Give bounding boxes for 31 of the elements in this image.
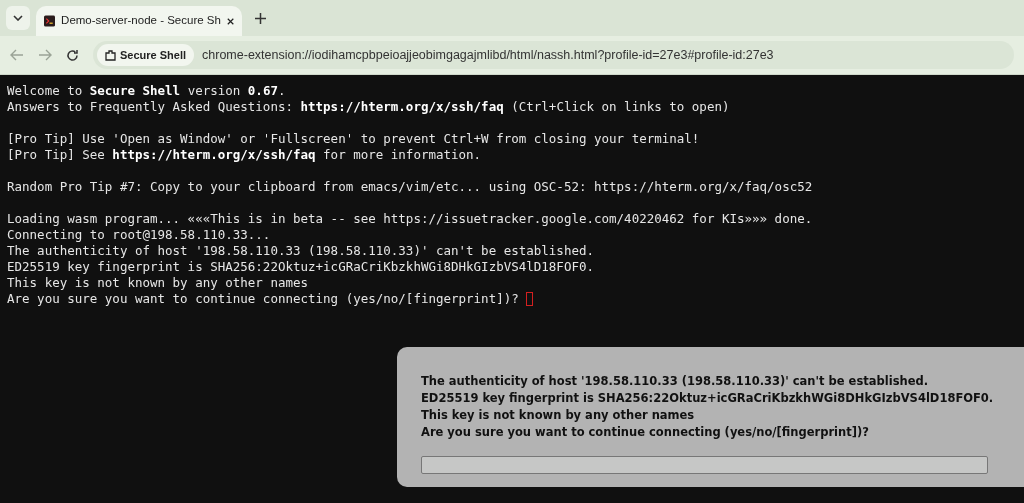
tab-list-button[interactable] [6, 6, 30, 30]
plus-icon [254, 12, 266, 24]
tab-title: Demo-server-node - Secure Sh [61, 13, 221, 29]
extension-icon [105, 49, 116, 61]
prompt-text: The authenticity of host '198.58.110.33 (198.58.110.33)' can't be established. [421, 373, 930, 390]
terminal-line: This key is not known by any other names [7, 275, 309, 291]
chevron-down-icon [13, 15, 23, 21]
site-chip-label: Secure Shell [120, 47, 187, 63]
terminal-line: [Pro Tip] Use 'Open as Window' or 'Fullscreen' to prevent Ctrl+W from closing your terminal! [7, 131, 700, 147]
terminal-line: [Pro Tip] See https://hterm.org/x/ssh/faq for more information. [7, 147, 482, 163]
site-chip[interactable]: Secure Shell [97, 44, 195, 66]
terminal-line: ED25519 key fingerprint is SHA256:22Oktuz+icGRaCriKbzkhWGi8DHkGIzbVS4lD18FOF0. [7, 259, 594, 275]
terminal-line: Random Pro Tip #7: Copy to your clipboard from emacs/vim/etc... using OSC-52: https://hterm.org/x/faq/osc52 [7, 179, 813, 195]
terminal-line: Are you sure you want to continue connecting (yes/no/[fingerprint])? [7, 291, 520, 307]
back-icon[interactable] [10, 49, 24, 61]
prompt-text: Are you sure you want to continue connecting (yes/no/[fingerprint])? [421, 424, 870, 441]
answer-field[interactable] [421, 456, 988, 474]
prompt-text: This key is not known by any other names [421, 407, 696, 424]
terminal-line: Connecting to root@198.58.110.33... [7, 227, 271, 243]
address-bar[interactable]: Secure Shell chrome-extension://iodihamcpbpeioajjeobimgagajmlibd/html/nassh.html?profile-id=27e3#profile-id:27e3 [93, 41, 1014, 69]
prompt-text: ED25519 key fingerprint is SHA256:22Oktuz+icGRaCriKbzkhWGi8DHkGIzbVS4lD18FOF0. [421, 390, 995, 407]
terminal-line: Answers to Frequently Asked Questions: https://hterm.org/x/ssh/faq (Ctrl+Click on links to open) [7, 99, 730, 115]
terminal-line: Loading wasm program... «««This is in beta -- see https://issuetracker.google.com/40220462 for KIs»»» done. [7, 211, 813, 227]
browser-tab[interactable]: Demo-server-node - Secure Sh [36, 6, 242, 36]
close-icon[interactable] [226, 16, 234, 26]
reload-icon[interactable] [66, 48, 79, 62]
terminal-line: The authenticity of host '198.58.110.33 (198.58.110.33)' can't be established. [7, 243, 594, 259]
forward-icon[interactable] [38, 49, 52, 61]
terminal-app-icon [44, 14, 56, 28]
terminal-line: Welcome to Secure Shell version 0.67. [7, 83, 286, 99]
url-text: chrome-extension://iodihamcpbpeioajjeobimgagajmlibd/html/nassh.html?profile-id=27e3#profile-id:27e3 [202, 46, 774, 64]
